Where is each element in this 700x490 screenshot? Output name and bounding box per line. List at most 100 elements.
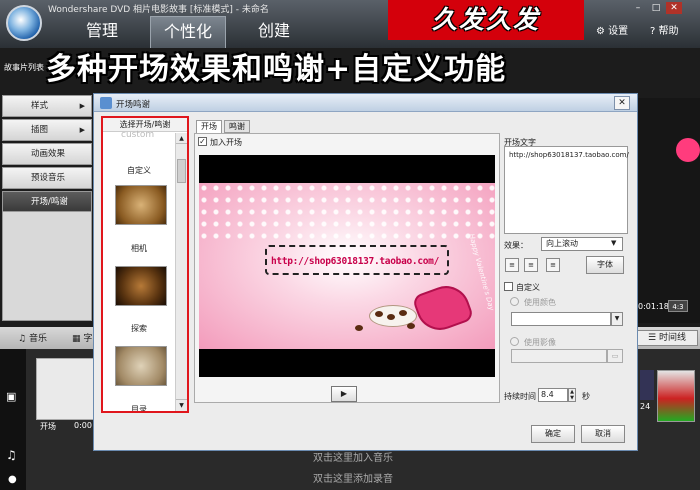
color-select[interactable] [511, 312, 611, 326]
microphone-icon: ● [8, 474, 17, 485]
help-icon: ? [650, 26, 656, 37]
align-left-button[interactable]: ≡ [505, 258, 519, 272]
chevron-down-icon[interactable]: ▼ [611, 239, 616, 247]
settings-label: 设置 [608, 26, 629, 37]
add-opening-label: 加入开场 [210, 138, 242, 147]
clip-time: 0:00 [74, 421, 92, 430]
scroll-up-icon[interactable]: ▲ [176, 133, 187, 144]
timeline-button[interactable]: ☰ 时间线 [636, 330, 698, 346]
music-tab[interactable]: ♫ 音乐 [18, 331, 47, 344]
menu-item-opening-credits[interactable]: 开场/鸣谢 [2, 191, 92, 213]
music-tab-label: 音乐 [28, 334, 47, 344]
app-title: Wondershare DVD 相片电影故事 [标准模式] - 未命名 [48, 5, 269, 15]
align-center-button[interactable]: ≡ [524, 258, 538, 272]
settings-button[interactable]: ⚙ 设置 [596, 22, 628, 37]
menu-item-animation[interactable]: 动画效果 [2, 143, 92, 165]
scroll-thumb[interactable] [177, 159, 186, 183]
help-label: 帮助 [658, 26, 679, 37]
menu-item-preset-music[interactable]: 预设音乐 [2, 167, 92, 189]
folder-icon[interactable]: ▭ [607, 349, 623, 363]
duration-input[interactable]: 8.4 [538, 388, 568, 402]
custom-ghost-text: custom [121, 130, 155, 140]
play-button[interactable]: ▶ [331, 386, 357, 402]
menu-item-label: 插图 [31, 125, 49, 135]
font-button[interactable]: 字体 [586, 256, 624, 274]
chocolate [399, 310, 407, 316]
help-button[interactable]: ? 帮助 [650, 22, 679, 37]
ok-button[interactable]: 确定 [531, 425, 575, 443]
promo-top-banner: 久发久发 [388, 0, 584, 40]
photo-clip[interactable] [657, 370, 695, 422]
image-path-input[interactable] [511, 349, 607, 363]
promo-headline: 多种开场效果和鸣谢+自定义功能 [46, 52, 507, 87]
dialog-titlebar[interactable] [94, 94, 637, 112]
list-item-camera[interactable]: 相机 [103, 243, 175, 254]
cancel-button[interactable]: 取消 [581, 425, 625, 443]
chocolate [355, 325, 363, 331]
chevron-right-icon: ▶ [79, 126, 85, 134]
duration-stepper[interactable]: ▲ ▼ [568, 388, 576, 402]
valentine-script-text: Happy Valentine's Day [467, 233, 495, 312]
story-list-label: 故事片列表 [4, 63, 44, 72]
use-image-label: 使用影像 [524, 338, 556, 347]
valentine-background: http://shop63018137.taobao.com/ Happy Va… [199, 183, 495, 349]
dialog-app-icon [100, 97, 112, 109]
duration-label: 持续时间 [504, 392, 536, 401]
preview-url-text: http://shop63018137.taobao.com/ [271, 256, 440, 267]
custom-checkbox[interactable] [504, 282, 513, 291]
menu-item-label: 动画效果 [31, 149, 66, 159]
menu-item-label: 预设音乐 [31, 173, 66, 183]
tab-opening[interactable]: 开场 [196, 120, 222, 133]
list-item-camera-thumbnail[interactable] [115, 185, 167, 225]
scroll-down-icon[interactable]: ▼ [176, 399, 187, 410]
heart-pattern [199, 183, 495, 243]
aspect-ratio-button[interactable]: 4:3 [668, 300, 688, 312]
use-color-radio[interactable] [510, 297, 519, 306]
chocolate [407, 323, 415, 329]
photo-clip[interactable] [640, 370, 654, 400]
timeline-sidebar [0, 349, 26, 490]
menu-item-label: 开场/鸣谢 [31, 197, 68, 207]
app-logo-icon [6, 5, 42, 41]
minimize-button[interactable]: – [630, 2, 646, 14]
filmstrip-icon: ▣ [6, 390, 17, 403]
maximize-button[interactable]: □ [648, 2, 664, 14]
use-color-label: 使用颜色 [524, 298, 556, 307]
menu-item-illustration[interactable]: 插图 ▶ [2, 119, 92, 141]
text-tab-label: 字 [83, 334, 93, 344]
clip-number: 24 [640, 402, 651, 411]
film-icon: ▦ [72, 334, 81, 344]
gear-icon: ⚙ [596, 26, 605, 37]
chocolate [375, 311, 383, 317]
preview-area [637, 98, 700, 323]
list-item-explore[interactable]: 探索 [103, 323, 175, 334]
list-item-catalog-thumbnail[interactable] [115, 346, 167, 386]
window-close-button[interactable]: ✕ [666, 2, 682, 14]
opening-preview: http://shop63018137.taobao.com/ Happy Va… [199, 155, 495, 377]
dialog-title: 开场鸣谢 [116, 100, 151, 110]
use-image-radio[interactable] [510, 337, 519, 346]
list-item-explore-thumbnail[interactable] [115, 266, 167, 306]
opening-text-input[interactable]: http://shop63018137.taobao.com/ [504, 146, 629, 234]
align-right-button[interactable]: ≡ [546, 258, 560, 272]
opening-clip[interactable] [36, 358, 94, 420]
custom-label: 自定义 [516, 283, 540, 292]
left-menu: 样式 ▶ 插图 ▶ 动画效果 预设音乐 开场/鸣谢 [2, 95, 92, 215]
heart-gift-box [411, 279, 475, 337]
music-drop-hint[interactable]: 双击这里加入音乐 [313, 449, 393, 464]
list-scrollbar[interactable]: ▲ ▼ [175, 133, 187, 411]
music-note-icon: ♫ [6, 448, 17, 462]
dialog-close-button[interactable]: ✕ [614, 96, 630, 110]
chevron-right-icon: ▶ [79, 102, 85, 110]
heart-decoration [676, 138, 700, 162]
chevron-down-icon[interactable]: ▼ [611, 312, 623, 326]
add-opening-checkbox[interactable]: ✓ [198, 137, 207, 146]
list-item-catalog[interactable]: 目录 [103, 404, 175, 411]
tab-credits[interactable]: 鸣谢 [224, 120, 250, 133]
time-readout: 0:01:18 [638, 302, 669, 311]
music-note-icon: ♫ [18, 334, 27, 344]
menu-item-style[interactable]: 样式 ▶ [2, 95, 92, 117]
record-drop-hint[interactable]: 双击这里添加录音 [313, 470, 393, 485]
text-tab[interactable]: ▦ 字 [72, 331, 92, 344]
list-item-custom[interactable]: 自定义 [103, 165, 175, 176]
